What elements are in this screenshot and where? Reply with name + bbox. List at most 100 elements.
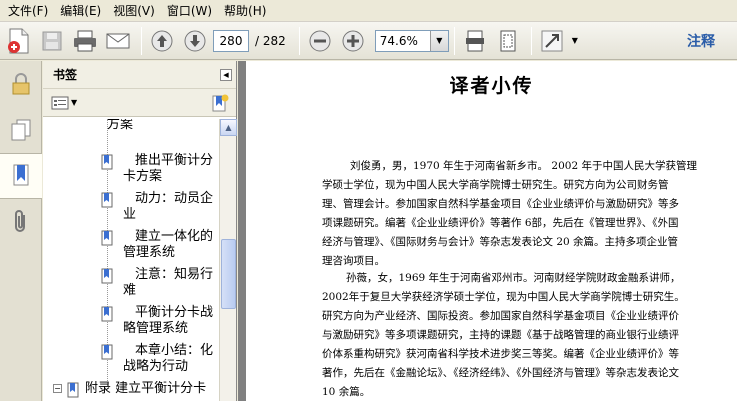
- tree-expand-toggle[interactable]: −: [53, 384, 62, 393]
- bookmark-label: 建立一体化的管理系统: [123, 229, 214, 260]
- bookmark-icon: [101, 344, 113, 360]
- arrow-up-circle-icon: [151, 30, 173, 51]
- document-page: 译者小传 刘俊勇，男，1970 年生于河南省新乡市。 2002 年于中国人民大学…: [246, 61, 737, 401]
- fit-width-icon: [465, 30, 484, 51]
- attachments-tab[interactable]: [0, 199, 42, 245]
- body-text-line: 价体系重构研究》获河南省科学技术进步奖三等奖。编著《企业业绩评价》等: [322, 348, 679, 360]
- bookmark-item[interactable]: 动力：动员企业: [43, 191, 219, 225]
- save-button[interactable]: [37, 26, 67, 56]
- triangle-left-icon: ◀: [223, 71, 229, 79]
- body-text-line: 与激励研究》等多项课题研究，主持的课题《基于战略管理的商业银行业绩评: [322, 329, 679, 341]
- toolbar-overflow-icon[interactable]: ▼: [572, 36, 578, 45]
- bookmark-label: 方案: [107, 119, 134, 132]
- bookmark-ribbon-icon: [13, 164, 29, 186]
- scroll-thumb[interactable]: [221, 239, 236, 309]
- printer-icon: [74, 30, 96, 51]
- envelope-icon: [106, 33, 130, 48]
- body-text-line: 研究方向为产业经济、国际投资。参加国家自然科学基金项目《企业业绩评价: [322, 310, 679, 322]
- chevron-down-icon: ▼: [436, 36, 443, 45]
- body-text-line: 理、管理会计。参加国家自然科学基金项目《企业业绩评价与激励研究》等多: [322, 198, 679, 210]
- bookmark-tree: 方案 推出平衡计分卡方案 动力：动员企业 建立一体化的管理系统 注意：知易行难 …: [43, 119, 219, 401]
- toolbar-separator: [298, 26, 300, 55]
- bookmark-item[interactable]: 注意：知易行难: [43, 267, 219, 301]
- body-text-line: 刘俊勇，男，1970 年生于河南省新乡市。 2002 年于中国人民大学获管理: [350, 160, 697, 172]
- bookmarks-title: 书签: [53, 68, 78, 82]
- toolbar-separator: [530, 26, 532, 55]
- new-bookmark-button[interactable]: [210, 93, 230, 116]
- navigation-strip: [0, 61, 42, 401]
- expand-arrow-icon: [541, 30, 563, 51]
- minus-circle-icon: [309, 30, 331, 51]
- bookmark-label: 本章小结：化战略为行动: [123, 343, 214, 374]
- bookmark-icon: [101, 192, 113, 208]
- collapse-panel-button[interactable]: ◀: [220, 69, 232, 81]
- bookmarks-panel: 书签 ◀ ▼ 方案 推出平衡计分卡方案 动力：动员企业 建立一体化的管理系统 注…: [43, 61, 237, 401]
- bookmark-icon: [101, 154, 113, 170]
- bookmark-options-button[interactable]: ▼: [51, 96, 77, 110]
- menu-window[interactable]: 窗口(W): [161, 1, 218, 21]
- menu-edit[interactable]: 编辑(E): [54, 1, 107, 21]
- bookmarks-header: 书签 ◀: [43, 61, 236, 89]
- bookmark-item[interactable]: 推出平衡计分卡方案: [43, 153, 219, 187]
- body-text-line: 学硕士学位，现为中国人民大学商学院博士研究生。研究方向为公司财务管: [322, 179, 669, 191]
- zoom-input[interactable]: [375, 30, 430, 51]
- paperclip-icon: [15, 210, 25, 232]
- options-list-icon: [51, 96, 69, 109]
- body-text-line: 2002年于复旦大学获经济学硕士学位，现为中国人民大学商学院博士研究生。: [322, 291, 685, 303]
- zoom-out-button[interactable]: [305, 26, 335, 56]
- zoom-in-button[interactable]: [338, 26, 368, 56]
- toolbar-separator: [141, 26, 142, 55]
- toolbar-separator: [453, 26, 455, 55]
- full-screen-button[interactable]: [537, 26, 567, 56]
- create-pdf-button[interactable]: [4, 26, 34, 56]
- next-page-button[interactable]: [180, 26, 210, 56]
- fit-width-button[interactable]: [460, 26, 490, 56]
- page-title: 译者小传: [449, 75, 534, 97]
- bookmark-label: 推出平衡计分卡方案: [123, 153, 214, 184]
- bookmark-item[interactable]: 方案: [43, 119, 219, 135]
- bookmark-item[interactable]: 平衡计分卡战略管理系统: [43, 305, 219, 339]
- chevron-up-icon: ▲: [225, 123, 232, 132]
- fit-page-icon: [500, 30, 516, 51]
- pages-tab[interactable]: [0, 107, 42, 153]
- new-bookmark-icon: [212, 94, 229, 112]
- print-button[interactable]: [70, 26, 100, 56]
- bookmark-scrollbar[interactable]: ▲: [219, 119, 237, 401]
- menu-view[interactable]: 视图(V): [107, 1, 161, 21]
- menu-file[interactable]: 文件(F): [2, 1, 54, 21]
- bookmark-label: 动力：动员企业: [123, 191, 214, 222]
- bookmark-label: 附录 建立平衡计分卡: [85, 381, 207, 396]
- toolbar: / 282 ▼: [0, 22, 737, 60]
- bookmark-label: 平衡计分卡战略管理系统: [123, 305, 214, 336]
- zoom-combobox[interactable]: ▼: [374, 29, 449, 52]
- body-text-line: 孙薇，女，1969 年生于河南省邓州市。河南财经学院财政金融系讲师，: [346, 272, 681, 284]
- page-number-input[interactable]: [213, 29, 249, 52]
- menu-bar: 文件(F) 编辑(E) 视图(V) 窗口(W) 帮助(H): [0, 0, 737, 22]
- page-total: / 282: [255, 33, 286, 48]
- body-text-line: 项课题研究。编著《企业业绩评价》等著作 6部，先后在《管理世界》、《外国: [322, 217, 679, 229]
- zoom-dropdown-button[interactable]: ▼: [429, 30, 448, 51]
- annotate-button[interactable]: 注释: [687, 31, 715, 51]
- bookmark-icon: [67, 382, 79, 398]
- previous-page-button[interactable]: [147, 26, 177, 56]
- body-text-line: 著作，先后在《金融论坛》、《经济经纬》、《外国经济与管理》等杂志发表论文: [322, 367, 679, 379]
- bookmark-label: 注意：知易行难: [123, 267, 214, 298]
- bookmark-icon: [101, 306, 113, 322]
- bookmark-item[interactable]: − 附录 建立平衡计分卡: [43, 381, 219, 401]
- body-text-line: 理咨询项目。: [322, 255, 385, 267]
- bookmark-item[interactable]: 本章小结：化战略为行动: [43, 343, 219, 377]
- bookmark-icon: [101, 230, 113, 246]
- create-pdf-icon: [8, 28, 29, 53]
- body-text-line: 10 余篇。: [322, 386, 371, 398]
- bookmark-item[interactable]: 建立一体化的管理系统: [43, 229, 219, 263]
- bookmarks-tab[interactable]: [0, 153, 42, 199]
- security-tab[interactable]: [0, 61, 42, 107]
- email-button[interactable]: [103, 26, 133, 56]
- menu-help[interactable]: 帮助(H): [218, 1, 272, 21]
- document-viewport[interactable]: 译者小传 刘俊勇，男，1970 年生于河南省新乡市。 2002 年于中国人民大学…: [238, 61, 737, 401]
- bookmarks-toolbar: ▼: [43, 89, 236, 117]
- scroll-up-button[interactable]: ▲: [220, 119, 237, 136]
- arrow-down-circle-icon: [184, 30, 206, 51]
- fit-page-button[interactable]: [493, 26, 523, 56]
- pages-icon: [11, 119, 31, 141]
